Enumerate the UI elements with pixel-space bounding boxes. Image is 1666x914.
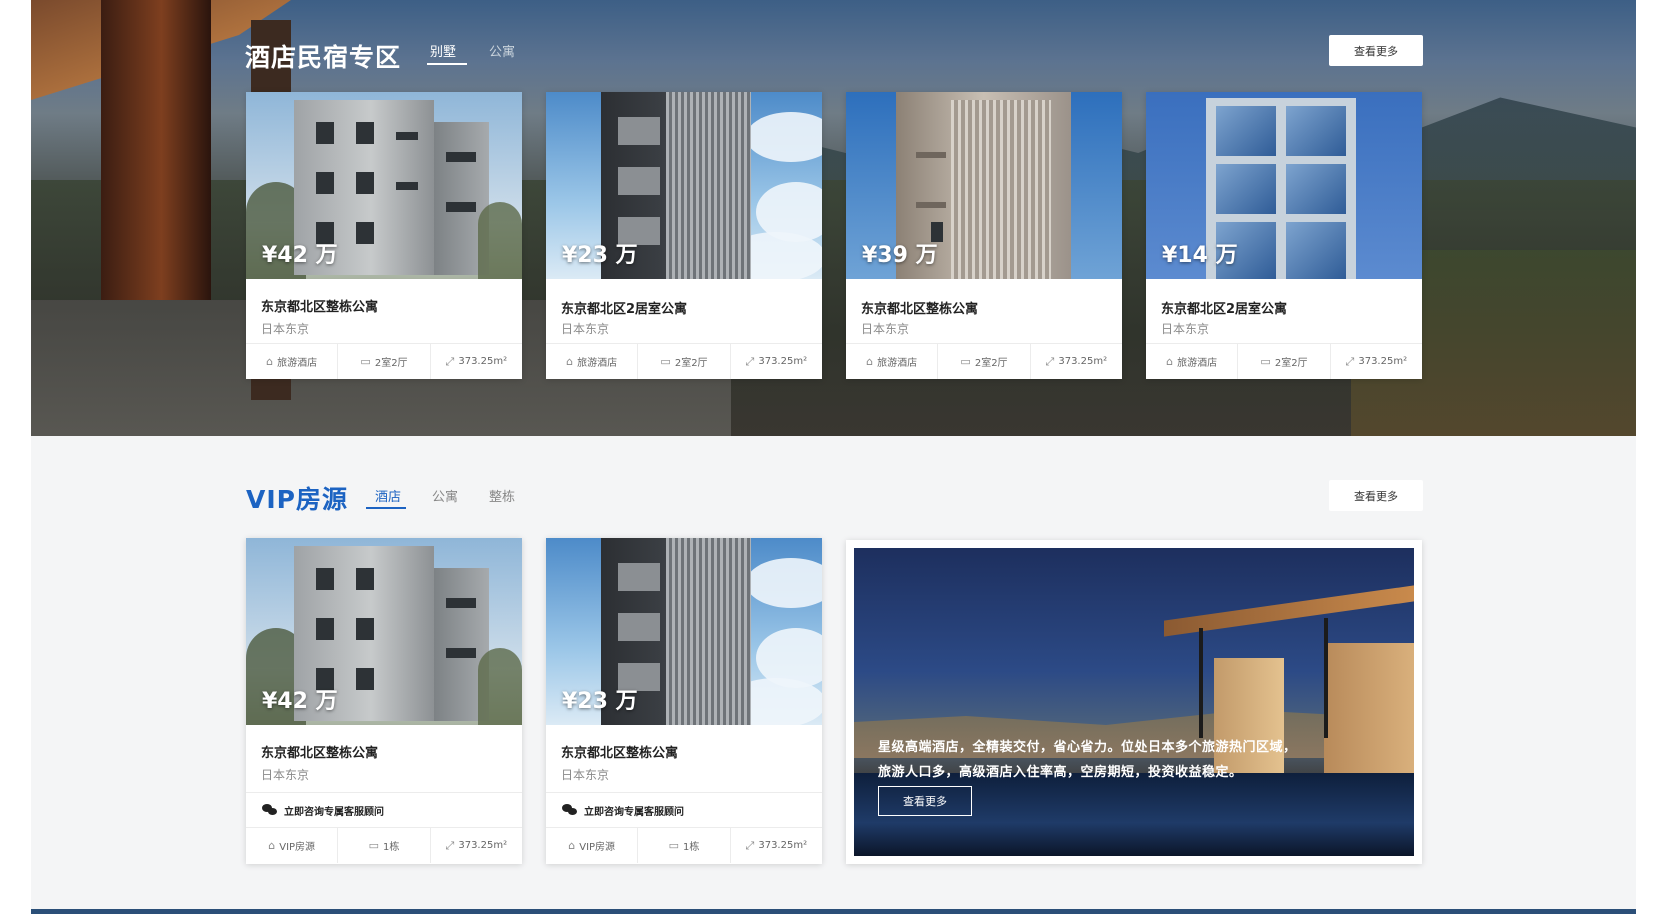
consult-label: 立即咨询专属客服顾问	[284, 806, 384, 818]
property-price: ¥23 万	[562, 689, 638, 714]
home-icon: ⌂	[568, 839, 576, 852]
property-name[interactable]: 东京都北区整栋公寓	[261, 296, 378, 315]
home-icon: ⌂	[1166, 355, 1174, 368]
bed-icon: ▭	[368, 839, 379, 852]
property-price: ¥42 万	[262, 243, 338, 268]
property-name[interactable]: 东京都北区整栋公寓	[561, 742, 678, 761]
vip-promo-banner[interactable]: 星级高端酒店，全精装交付，省心省力。位处日本多个旅游热门区域， 旅游人口多，高级…	[846, 540, 1422, 864]
vip-card-1[interactable]: ¥42 万 东京都北区整栋公寓 日本东京 立即咨询专属客服顾问 ⌂ VIP房源 ▭…	[246, 538, 522, 864]
property-meta: ⌂ 旅游酒店 ▭ 2室2厅 ⤢ 373.25m²	[1146, 343, 1422, 379]
property-location: 日本东京	[261, 322, 310, 336]
tab-hotel[interactable]: 酒店	[375, 486, 401, 505]
hotel-card-1[interactable]: ¥42 万 东京都北区整栋公寓 日本东京 ⌂ 旅游酒店 ▭ 2室2厅 ⤢ 373.25…	[246, 92, 522, 379]
property-image: ¥14 万	[1146, 92, 1422, 279]
property-image: ¥39 万	[846, 92, 1122, 279]
area-icon: ⤢	[745, 355, 755, 368]
vip-card-2[interactable]: ¥23 万 东京都北区整栋公寓 日本东京 立即咨询专属客服顾问 ⌂ VIP房源 ▭…	[546, 538, 822, 864]
property-type: 旅游酒店	[577, 358, 618, 369]
area-icon: ⤢	[445, 839, 455, 852]
footer-edge	[31, 909, 1636, 914]
home-icon: ⌂	[566, 355, 574, 368]
property-image: ¥42 万	[246, 538, 522, 725]
property-location: 日本东京	[1161, 322, 1210, 336]
hotel-more-button[interactable]: 查看更多	[1329, 35, 1423, 66]
wechat-icon	[562, 804, 578, 816]
hotel-card-4[interactable]: ¥14 万 东京都北区2居室公寓 日本东京 ⌂ 旅游酒店 ▭ 2室2厅 ⤢ 373.2…	[1146, 92, 1422, 379]
property-units: 1栋	[383, 842, 400, 853]
tab-apartment[interactable]: 公寓	[489, 41, 515, 60]
property-name[interactable]: 东京都北区2居室公寓	[561, 298, 687, 317]
property-meta: ⌂ 旅游酒店 ▭ 2室2厅 ⤢ 373.25m²	[846, 343, 1122, 379]
promo-text-line-1: 星级高端酒店，全精装交付，省心省力。位处日本多个旅游热门区域，	[878, 740, 1297, 755]
property-meta: ⌂ 旅游酒店 ▭ 2室2厅 ⤢ 373.25m²	[546, 343, 822, 379]
property-location: 日本东京	[261, 768, 310, 782]
property-price: ¥14 万	[1162, 243, 1238, 268]
property-type: 旅游酒店	[277, 358, 318, 369]
property-name[interactable]: 东京都北区整栋公寓	[261, 742, 378, 761]
home-icon: ⌂	[266, 355, 274, 368]
property-type: 旅游酒店	[1177, 358, 1218, 369]
promo-more-button[interactable]: 查看更多	[878, 786, 972, 816]
property-image: ¥23 万	[546, 538, 822, 725]
vip-more-button[interactable]: 查看更多	[1329, 480, 1423, 511]
property-meta: ⌂ 旅游酒店 ▭ 2室2厅 ⤢ 373.25m²	[246, 343, 522, 379]
area-icon: ⤢	[445, 355, 455, 368]
property-layout: 2室2厅	[374, 358, 408, 369]
tab-villa[interactable]: 别墅	[430, 41, 456, 60]
wechat-icon	[262, 804, 278, 816]
property-location: 日本东京	[861, 322, 910, 336]
page: 酒店民宿专区 别墅 公寓 查看更多 ¥42 万 东京都北区整栋公寓 日本东京 ⌂…	[0, 0, 1666, 914]
property-location: 日本东京	[561, 768, 610, 782]
property-meta: ⌂ VIP房源 ▭ 1栋 ⤢ 373.25m²	[246, 827, 522, 863]
property-meta: ⌂ VIP房源 ▭ 1栋 ⤢ 373.25m²	[546, 827, 822, 863]
hotel-card-2[interactable]: ¥23 万 东京都北区2居室公寓 日本东京 ⌂ 旅游酒店 ▭ 2室2厅 ⤢ 373.2…	[546, 92, 822, 379]
property-type: 旅游酒店	[877, 358, 918, 369]
bed-icon: ▭	[960, 355, 971, 368]
property-layout: 2室2厅	[1274, 358, 1308, 369]
property-image: ¥42 万	[246, 92, 522, 279]
area-icon: ⤢	[1045, 355, 1055, 368]
area-icon: ⤢	[1345, 355, 1355, 368]
property-price: ¥42 万	[262, 689, 338, 714]
hotel-section-title: 酒店民宿专区	[245, 43, 402, 72]
tab-whole-building[interactable]: 整栋	[489, 486, 515, 505]
property-area: 373.25m²	[1358, 356, 1408, 367]
property-location: 日本东京	[561, 322, 610, 336]
area-icon: ⤢	[745, 839, 755, 852]
property-area: 373.25m²	[458, 356, 508, 367]
property-units: 1栋	[683, 842, 700, 853]
property-area: 373.25m²	[458, 840, 508, 851]
home-icon: ⌂	[268, 839, 276, 852]
bed-icon: ▭	[668, 839, 679, 852]
property-name[interactable]: 东京都北区2居室公寓	[1161, 298, 1287, 317]
property-type: VIP房源	[579, 842, 616, 853]
tab-apartment[interactable]: 公寓	[432, 486, 458, 505]
property-layout: 2室2厅	[674, 358, 708, 369]
property-type: VIP房源	[279, 842, 316, 853]
bed-icon: ▭	[1260, 355, 1271, 368]
hotel-card-3[interactable]: ¥39 万 东京都北区整栋公寓 日本东京 ⌂ 旅游酒店 ▭ 2室2厅 ⤢ 373.25…	[846, 92, 1122, 379]
promo-text-line-2: 旅游人口多，高级酒店入住率高，空房期短，投资收益稳定。	[878, 765, 1243, 780]
property-price: ¥23 万	[562, 243, 638, 268]
property-name[interactable]: 东京都北区整栋公寓	[861, 298, 978, 317]
consult-label: 立即咨询专属客服顾问	[584, 806, 684, 818]
property-area: 373.25m²	[758, 356, 808, 367]
consult-link[interactable]: 立即咨询专属客服顾问	[546, 792, 822, 827]
property-area: 373.25m²	[758, 840, 808, 851]
vip-section-title: VIP房源	[246, 485, 348, 514]
tab-active-underline	[427, 63, 467, 65]
property-area: 373.25m²	[1058, 356, 1108, 367]
property-price: ¥39 万	[862, 243, 938, 268]
consult-link[interactable]: 立即咨询专属客服顾问	[246, 792, 522, 827]
promo-image: 星级高端酒店，全精装交付，省心省力。位处日本多个旅游热门区域， 旅游人口多，高级…	[854, 548, 1414, 856]
property-layout: 2室2厅	[974, 358, 1008, 369]
tab-active-underline	[366, 507, 406, 509]
bed-icon: ▭	[360, 355, 371, 368]
bed-icon: ▭	[660, 355, 671, 368]
property-image: ¥23 万	[546, 92, 822, 279]
home-icon: ⌂	[866, 355, 874, 368]
